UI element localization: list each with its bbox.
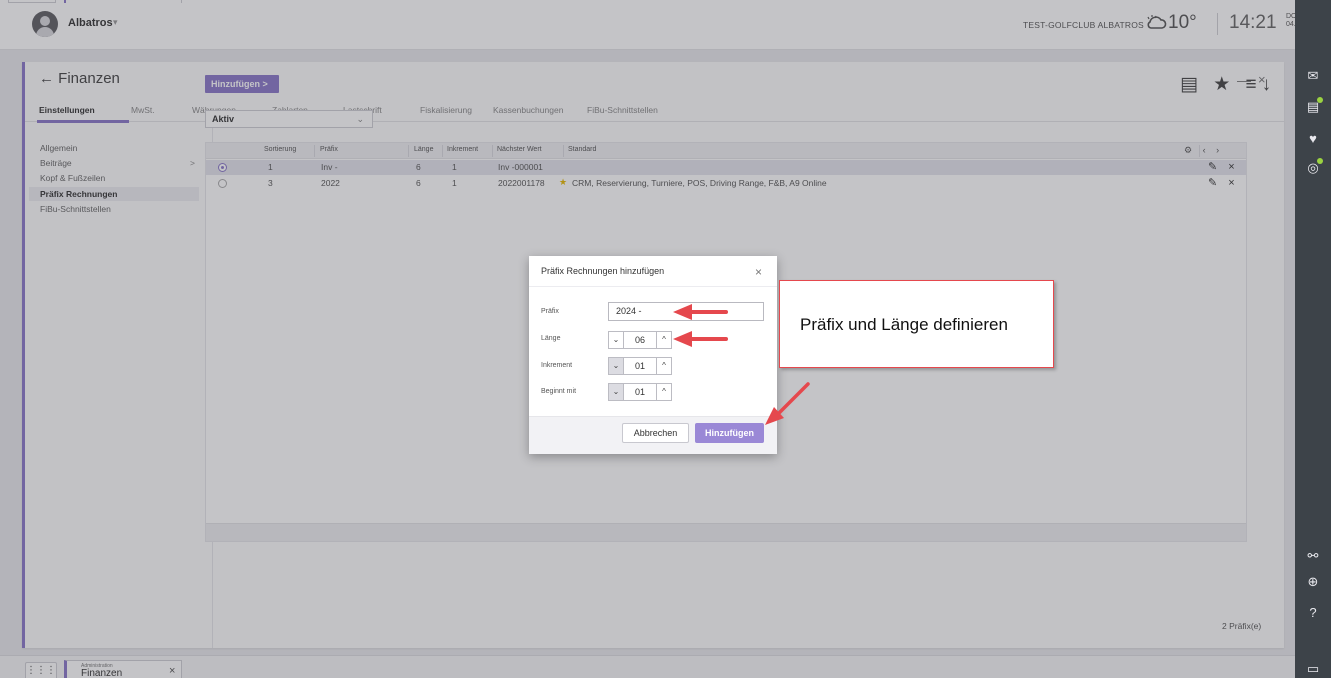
clipboard-icon[interactable]: ▤ — [1295, 99, 1331, 115]
length-label: Länge — [541, 335, 561, 342]
dialog-title: Präfix Rechnungen hinzufügen — [541, 266, 665, 276]
increment-decrement-button[interactable]: ⌄ — [608, 357, 624, 375]
screen-icon[interactable]: ▭ — [1295, 661, 1331, 677]
annotation-callout: Präfix und Länge definieren — [779, 280, 1054, 368]
handshake-icon[interactable]: ⚯ — [1295, 548, 1331, 564]
heart-icon[interactable]: ♥ — [1295, 131, 1331, 146]
length-decrement-button[interactable]: ⌄ — [608, 331, 624, 349]
start-increment-button[interactable]: ^ — [656, 383, 672, 401]
add-prefix-dialog: Präfix Rechnungen hinzufügen × Präfix 20… — [529, 256, 777, 454]
length-stepper: ⌄ 06 ^ — [608, 331, 672, 349]
clipboard-badge — [1317, 97, 1323, 103]
increment-stepper: ⌄ 01 ^ — [608, 357, 672, 375]
increment-label: Inkrement — [541, 362, 573, 369]
prefix-label: Präfix — [541, 308, 559, 315]
help-icon[interactable]: ? — [1295, 605, 1331, 620]
zoom-icon[interactable]: ⊕ — [1295, 574, 1331, 590]
coin-badge — [1317, 158, 1323, 164]
callout-text: Präfix und Länge definieren — [800, 315, 1008, 334]
start-value[interactable]: 01 — [624, 383, 656, 401]
increment-increment-button[interactable]: ^ — [656, 357, 672, 375]
start-decrement-button[interactable]: ⌄ — [608, 383, 624, 401]
length-increment-button[interactable]: ^ — [656, 331, 672, 349]
submit-add-button[interactable]: Hinzufügen — [695, 423, 764, 443]
right-rail: ✉ ▤ ♥ ◎ ⚯ ⊕ ? ▭ — [1295, 0, 1331, 678]
length-value[interactable]: 06 — [624, 331, 656, 349]
coin-icon[interactable]: ◎ — [1295, 160, 1331, 176]
mail-icon[interactable]: ✉ — [1295, 68, 1331, 84]
start-label: Beginnt mit — [541, 388, 577, 395]
start-stepper: ⌄ 01 ^ — [608, 383, 672, 401]
prefix-input[interactable]: 2024 - — [608, 302, 764, 321]
close-dialog-icon[interactable]: × — [755, 265, 762, 279]
increment-value[interactable]: 01 — [624, 357, 656, 375]
cancel-button[interactable]: Abbrechen — [622, 423, 689, 443]
